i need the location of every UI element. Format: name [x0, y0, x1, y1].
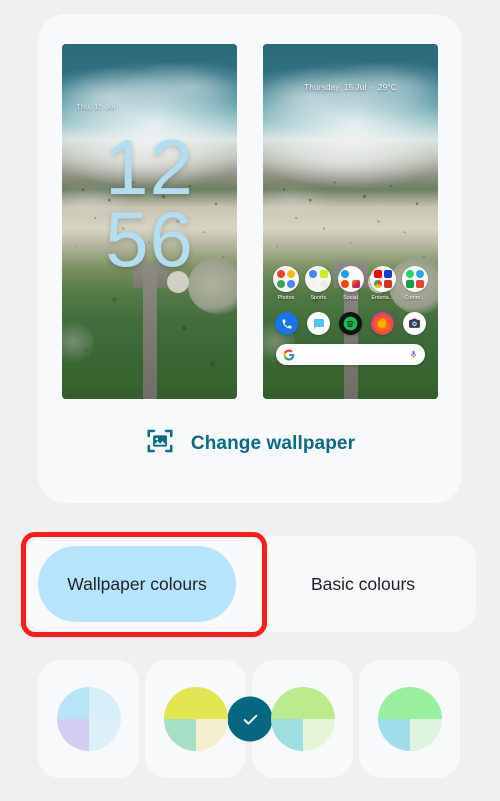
mini-app-icon — [276, 269, 285, 278]
folder-icon-cluster — [305, 266, 332, 292]
pier-walkway — [142, 264, 157, 399]
camera-icon[interactable] — [403, 312, 426, 335]
mini-app-icon — [373, 280, 382, 289]
tab-shell-wallpaper-colours: Wallpaper colours — [24, 536, 250, 632]
swatch-quadrant — [163, 687, 196, 719]
swatch-quadrant — [270, 687, 303, 719]
swatch-quadrant — [377, 719, 410, 751]
selected-check-badge — [227, 696, 273, 742]
swatch-quadrant — [56, 719, 89, 751]
folder-icon-cluster — [402, 266, 428, 292]
wallpaper-preview-card: Thu, 15 Jul 12 56 Thursday, 15 Jul · 29°… — [38, 14, 462, 503]
change-wallpaper-button[interactable]: Change wallpaper — [38, 426, 462, 461]
colour-swatch-option-4[interactable] — [359, 660, 460, 778]
mini-app-icon — [287, 280, 296, 289]
folder-communication[interactable]: Comm… — [400, 266, 430, 301]
lock-screen-date: Thu, 15 Jul — [76, 102, 116, 111]
folder-label: Photos — [277, 295, 295, 301]
swatch-quadrant — [195, 687, 228, 719]
swatch-quadrant — [88, 687, 121, 719]
colour-swatch-wheel — [163, 687, 228, 751]
folder-icon-cluster — [273, 266, 299, 292]
swatch-quadrant — [56, 687, 89, 719]
folder-label: Social — [343, 295, 358, 301]
lock-screen-preview[interactable]: Thu, 15 Jul 12 56 — [62, 44, 237, 399]
folder-label: Enterta… — [371, 295, 395, 301]
mini-app-icon — [319, 280, 328, 289]
swatch-quadrant — [377, 687, 410, 719]
swatch-quadrant — [409, 719, 442, 751]
tab-shell-basic-colours: Basic colours — [250, 536, 476, 632]
mini-app-icon — [405, 269, 414, 278]
clock-hours: 12 — [105, 123, 194, 211]
folder-entertainment[interactable]: Enterta… — [368, 266, 398, 301]
tab-basic-colours-label: Basic colours — [310, 573, 416, 594]
clock-minutes: 56 — [105, 194, 194, 283]
firefox-icon[interactable] — [371, 312, 394, 335]
mini-app-icon — [309, 269, 317, 278]
mini-app-icon — [287, 269, 296, 278]
swatch-quadrant — [302, 719, 335, 751]
spotify-icon[interactable] — [339, 312, 362, 335]
mini-app-icon — [351, 269, 360, 278]
colour-swatch-option-1[interactable] — [38, 660, 273, 778]
mini-app-icon — [384, 280, 392, 289]
mini-app-icon — [373, 269, 382, 278]
tab-wallpaper-colours[interactable]: Wallpaper colours — [38, 546, 236, 622]
folder-icon-cluster — [369, 266, 396, 292]
tab-basic-colours[interactable]: Basic colours — [264, 546, 462, 622]
swatch-quadrant — [163, 719, 196, 751]
colour-swatch-row — [38, 660, 462, 778]
mini-app-icon — [351, 280, 360, 289]
swatch-quadrant — [195, 719, 228, 751]
colour-swatch-wheel — [56, 687, 121, 751]
check-icon — [243, 714, 257, 725]
swatch-quadrant — [302, 687, 335, 719]
phone-icon[interactable] — [275, 312, 298, 335]
home-screen-status-line: Thursday, 15 Jul · 29°C — [263, 82, 438, 92]
google-logo-icon — [283, 349, 295, 360]
home-status-temperature: 29°C — [377, 82, 397, 92]
mini-app-icon — [405, 280, 414, 289]
mini-app-icon — [319, 269, 328, 278]
colour-swatch-wheel — [377, 687, 442, 751]
folder-label: Sports — [310, 295, 327, 301]
tab-wallpaper-colours-label: Wallpaper colours — [67, 573, 207, 594]
mini-app-icon — [384, 269, 392, 278]
change-wallpaper-label: Change wallpaper — [190, 432, 356, 454]
swatch-quadrant — [88, 719, 121, 751]
home-screen-preview[interactable]: Thursday, 15 Jul · 29°C Photos Sports So… — [263, 44, 438, 399]
mic-icon[interactable] — [409, 349, 418, 360]
colour-swatch-wheel — [270, 687, 335, 751]
mini-app-icon — [276, 280, 285, 289]
lock-screen-clock: 12 56 — [62, 123, 237, 283]
mini-app-icon — [416, 280, 425, 289]
home-dock — [271, 312, 430, 335]
folder-icon-cluster — [337, 266, 364, 292]
wallpaper-style-screen: Thu, 15 Jul 12 56 Thursday, 15 Jul · 29°… — [0, 0, 500, 801]
colour-source-tabs: Wallpaper colours Basic colours — [24, 536, 476, 632]
swatch-quadrant — [409, 687, 442, 719]
mini-app-icon — [341, 280, 350, 289]
google-search-bar[interactable] — [276, 344, 425, 365]
folder-sports[interactable]: Sports — [303, 266, 333, 301]
app-folder-row: Photos Sports Social Enterta… Comm… — [267, 266, 434, 301]
home-status-separator: · — [370, 82, 374, 92]
messages-icon[interactable] — [307, 312, 330, 335]
swatch-quadrant — [270, 719, 303, 751]
image-frame-icon — [145, 426, 175, 461]
folder-label: Comm… — [404, 295, 426, 301]
folder-photos[interactable]: Photos — [271, 266, 301, 301]
mini-app-icon — [341, 269, 350, 278]
home-status-date: Thursday, 15 Jul — [304, 82, 367, 92]
folder-social[interactable]: Social — [336, 266, 366, 301]
mini-app-icon — [309, 280, 317, 289]
preview-thumbnails: Thu, 15 Jul 12 56 Thursday, 15 Jul · 29°… — [38, 14, 462, 414]
mini-app-icon — [416, 269, 425, 278]
